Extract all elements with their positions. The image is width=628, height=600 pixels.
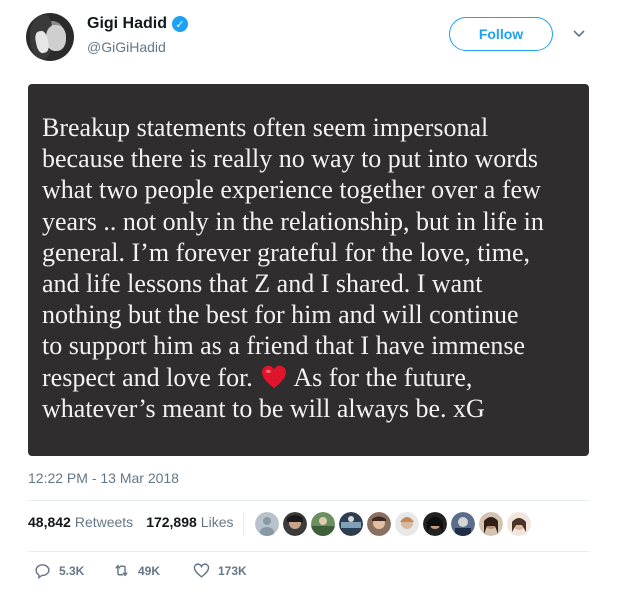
liker-avatar[interactable] — [395, 512, 419, 536]
statement-text: Breakup statements often seem impersonal… — [42, 112, 573, 424]
liker-avatar[interactable] — [367, 512, 391, 536]
tweet-stats: 48,842 Retweets 172,898 Likes — [28, 514, 233, 530]
liker-avatar[interactable] — [311, 512, 335, 536]
statement-line: because there is really no way to put in… — [42, 144, 539, 174]
liker-avatar[interactable] — [283, 512, 307, 536]
chevron-down-icon[interactable] — [572, 27, 586, 41]
retweets-label[interactable]: Retweets — [75, 514, 133, 530]
tweet-actions: 5.3K 49K 173K — [34, 562, 247, 579]
statement-line: whatever’s meant to be will always be. x… — [42, 393, 485, 423]
divider — [28, 551, 589, 552]
retweets-count[interactable]: 48,842 — [28, 514, 71, 530]
reply-button[interactable]: 5.3K — [34, 562, 113, 579]
like-button[interactable]: 173K — [193, 562, 247, 579]
tweet-timestamp[interactable]: 12:22 PM - 13 Mar 2018 — [28, 470, 179, 486]
heart-icon — [193, 563, 210, 578]
divider — [243, 512, 244, 536]
retweet-icon — [115, 564, 128, 577]
follow-button[interactable]: Follow — [449, 17, 553, 51]
like-count: 173K — [218, 563, 247, 578]
user-name[interactable]: Gigi Hadid ✓ — [87, 15, 188, 33]
statement-line: As for the future, — [293, 362, 473, 392]
statement-line: Breakup statements often seem impersonal — [42, 113, 489, 142]
liker-avatar[interactable] — [507, 512, 531, 536]
verified-badge-icon: ✓ — [172, 16, 188, 32]
retweet-button[interactable]: 49K — [113, 562, 193, 579]
liker-avatar[interactable] — [423, 512, 447, 536]
statement-line: respect and love for. — [42, 362, 253, 392]
liker-avatars — [255, 512, 531, 536]
user-avatar[interactable] — [26, 13, 74, 61]
statement-line: to support him as a friend that I have i… — [42, 331, 526, 361]
tweet-image-statement[interactable]: Breakup statements often seem impersonal… — [28, 84, 589, 456]
statement-line: nothing but the best for him and will co… — [42, 300, 519, 330]
liker-avatar[interactable] — [255, 512, 279, 536]
retweet-count: 49K — [138, 563, 161, 578]
tweet-header: Gigi Hadid ✓ @GiGiHadid Follow — [0, 0, 628, 72]
reply-icon — [35, 564, 50, 579]
statement-line: years .. not only in the relationship, b… — [42, 206, 544, 236]
reply-count: 5.3K — [59, 563, 85, 578]
red-heart-icon — [262, 365, 287, 388]
likes-count[interactable]: 172,898 — [146, 514, 197, 530]
likes-label[interactable]: Likes — [201, 514, 234, 530]
statement-line: what two people experience together over… — [42, 175, 541, 205]
liker-avatar[interactable] — [339, 512, 363, 536]
user-name-text[interactable]: Gigi Hadid — [87, 15, 167, 33]
liker-avatar[interactable] — [451, 512, 475, 536]
statement-line: and life lessons that Z and I shared. I … — [42, 269, 483, 299]
statement-line: general. I’m forever grateful for the lo… — [42, 237, 530, 267]
divider — [28, 500, 589, 501]
liker-avatar[interactable] — [479, 512, 503, 536]
user-handle[interactable]: @GiGiHadid — [87, 39, 166, 55]
